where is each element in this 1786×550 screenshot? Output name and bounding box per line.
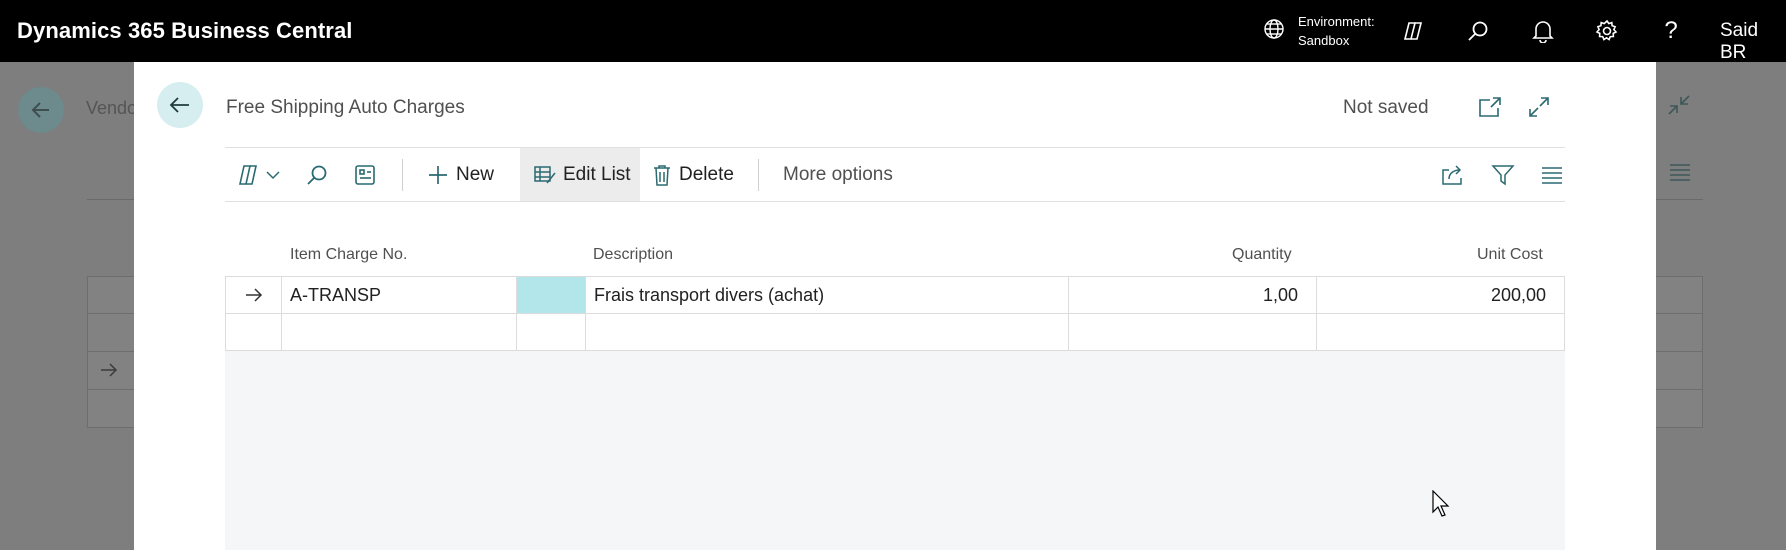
- view-mode-button[interactable]: [353, 148, 377, 201]
- list-view-button[interactable]: [1541, 148, 1563, 201]
- description-cell[interactable]: Frais transport divers (achat): [586, 277, 1069, 313]
- background-collapse-icon: [1666, 92, 1692, 123]
- description-cell[interactable]: [586, 314, 1069, 350]
- open-new-window-icon[interactable]: [1477, 94, 1503, 120]
- selected-cell[interactable]: [517, 277, 586, 313]
- back-arrow-icon: [169, 97, 189, 113]
- background-page-title: Vendo: [86, 98, 138, 118]
- item-charge-no-cell[interactable]: [282, 314, 517, 350]
- column-header-item-charge-no[interactable]: Item Charge No.: [290, 246, 407, 264]
- copilot-menu-button[interactable]: [237, 148, 281, 201]
- list-icon: [1542, 166, 1562, 184]
- empty-cell[interactable]: [517, 314, 586, 350]
- column-header-quantity[interactable]: Quantity: [1232, 246, 1292, 264]
- page-title: Free Shipping Auto Charges: [226, 97, 465, 118]
- environment-value: Sandbox: [1298, 33, 1350, 48]
- copilot-icon[interactable]: [1400, 18, 1426, 44]
- table-row[interactable]: [225, 313, 1565, 351]
- copilot-icon: [239, 164, 257, 185]
- column-header-unit-cost[interactable]: Unit Cost: [1477, 246, 1543, 264]
- mouse-cursor-icon: [1432, 489, 1450, 523]
- environment-indicator[interactable]: Environment: Sandbox: [1262, 12, 1375, 50]
- row-selector[interactable]: [226, 277, 282, 313]
- back-button[interactable]: [157, 82, 203, 128]
- item-charge-no-cell[interactable]: A-TRANSP: [282, 277, 517, 313]
- top-bar: Dynamics 365 Business Central Environmen…: [0, 0, 1786, 64]
- row-selector[interactable]: [226, 314, 282, 350]
- modal-dialog: Free Shipping Auto Charges Not saved New…: [134, 62, 1656, 550]
- layout-icon: [355, 164, 375, 185]
- search-icon: [307, 165, 327, 185]
- new-button[interactable]: New: [421, 148, 500, 201]
- unit-cost-cell[interactable]: [1317, 314, 1564, 350]
- quantity-cell[interactable]: [1069, 314, 1317, 350]
- chevron-down-icon: [266, 170, 280, 179]
- unit-cost-cell[interactable]: 200,00: [1317, 277, 1564, 313]
- user-name[interactable]: Said BR: [1720, 20, 1786, 64]
- bell-icon[interactable]: [1530, 18, 1556, 44]
- globe-icon: [1262, 17, 1286, 46]
- row-arrow-icon: [245, 288, 262, 302]
- plus-icon: [429, 165, 447, 184]
- search-icon[interactable]: [1465, 18, 1491, 44]
- delete-button-label: Delete: [679, 163, 734, 185]
- share-button[interactable]: [1441, 148, 1465, 201]
- app-title[interactable]: Dynamics 365 Business Central: [17, 18, 353, 44]
- background-list-icon: [1668, 162, 1692, 187]
- help-icon[interactable]: ?: [1658, 17, 1684, 44]
- background-back-icon: [18, 87, 64, 133]
- gear-icon[interactable]: [1594, 18, 1620, 44]
- search-button[interactable]: [305, 148, 329, 201]
- column-header-description[interactable]: Description: [593, 246, 673, 264]
- quantity-cell[interactable]: 1,00: [1069, 277, 1317, 313]
- filter-button[interactable]: [1491, 148, 1515, 201]
- filter-icon: [1491, 164, 1515, 185]
- lines-grid: A-TRANSP Frais transport divers (achat) …: [225, 276, 1565, 550]
- edit-list-button-label: Edit List: [563, 163, 631, 185]
- edit-list-button[interactable]: Edit List: [520, 148, 640, 201]
- edit-list-icon: [534, 165, 556, 183]
- expand-icon[interactable]: [1526, 94, 1552, 120]
- save-status: Not saved: [1343, 97, 1429, 118]
- trash-icon: [654, 164, 670, 186]
- new-button-label: New: [456, 163, 495, 185]
- share-icon: [1442, 164, 1462, 185]
- table-row[interactable]: A-TRANSP Frais transport divers (achat) …: [225, 276, 1565, 314]
- more-options-button[interactable]: More options: [783, 148, 893, 201]
- environment-label: Environment:: [1298, 14, 1375, 29]
- action-bar: New Edit List Delete More options: [225, 147, 1565, 202]
- delete-button[interactable]: Delete: [652, 148, 734, 201]
- background-row-arrow-icon: [101, 363, 118, 377]
